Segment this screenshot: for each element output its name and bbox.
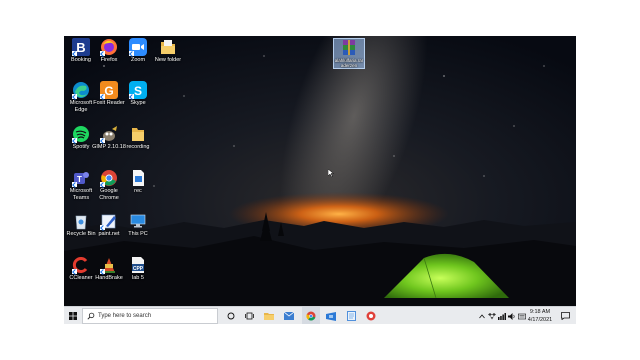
edge-icon: [72, 81, 90, 99]
record-icon: [366, 311, 376, 321]
windows-logo-icon: [69, 312, 77, 320]
desktop-icon-recording[interactable]: recording: [121, 125, 155, 151]
show-hidden-icons[interactable]: [478, 307, 486, 324]
spotify-icon: [72, 125, 90, 143]
tray-volume[interactable]: [507, 307, 516, 324]
desktop-screen: B Booking Firefox Zoom New folder Micros…: [64, 36, 576, 324]
svg-text:CPP: CPP: [133, 266, 144, 272]
folder-icon: [159, 38, 177, 56]
desktop-icon-this-pc[interactable]: This PC: [121, 212, 155, 238]
taskbar-app-blue[interactable]: [324, 307, 338, 324]
ccleaner-icon: [72, 256, 90, 274]
notepad-icon: [346, 311, 356, 321]
notification-icon: [560, 312, 570, 320]
handbrake-icon: [100, 256, 118, 274]
desktop-icon-selected-archive[interactable]: alahlulfaria.rar aderzen: [333, 38, 365, 69]
search-box[interactable]: Type here to search: [82, 308, 218, 324]
tray-keyboard[interactable]: [517, 307, 526, 324]
winrar-archive-icon: [340, 39, 358, 57]
taskbar-chrome[interactable]: [302, 307, 320, 324]
cpp-file-icon: CPP: [129, 256, 147, 274]
taskbar: Type here to search 9:18 AM 4/17/2021: [64, 306, 576, 324]
mouse-cursor: [328, 169, 334, 178]
mail-icon: [284, 312, 294, 320]
taskbar-recorder[interactable]: [362, 307, 380, 324]
cortana-button[interactable]: [224, 307, 238, 324]
booking-icon: B: [72, 38, 90, 56]
teams-icon: T: [72, 169, 90, 187]
chevron-up-icon: [479, 313, 485, 318]
network-icon: [497, 312, 506, 320]
tray-dropbox[interactable]: [487, 307, 496, 324]
keyboard-icon: [517, 313, 526, 319]
action-center-button[interactable]: [558, 307, 572, 324]
firefox-icon: [100, 38, 118, 56]
paintnet-icon: [100, 212, 118, 230]
cortana-circle-icon: [227, 312, 235, 320]
gimp-icon: [100, 125, 118, 143]
zoom-icon: [129, 38, 147, 56]
svg-text:B: B: [76, 40, 85, 55]
recycle-bin-icon: [72, 212, 90, 230]
desktop-icon-rec[interactable]: rec: [121, 169, 155, 195]
search-placeholder: Type here to search: [98, 313, 152, 319]
start-button[interactable]: [66, 307, 80, 324]
task-view-icon: [244, 312, 254, 320]
desktop-icon-new-folder[interactable]: New folder: [151, 38, 185, 64]
clock-date: 4/17/2021: [527, 317, 553, 323]
taskbar-file-explorer[interactable]: [262, 307, 276, 324]
skype-icon: S: [129, 81, 147, 99]
active-indicator: [305, 323, 317, 324]
foxit-reader-icon: G: [100, 81, 118, 99]
this-pc-icon: [129, 212, 147, 230]
folder-icon: [129, 125, 147, 143]
desktop-icon-zoom[interactable]: Zoom: [121, 38, 155, 64]
desktop-icon-lab5[interactable]: CPP lab 5: [121, 256, 155, 282]
desktop-icon-skype[interactable]: S Skype: [121, 81, 155, 107]
generic-app-icon: [326, 311, 336, 321]
svg-text:T: T: [77, 175, 82, 184]
system-clock[interactable]: 9:18 AM 4/17/2021: [526, 308, 554, 324]
dropbox-icon: [487, 312, 496, 319]
chrome-icon: [100, 169, 118, 187]
taskbar-notepad[interactable]: [344, 307, 358, 324]
tray-network[interactable]: [497, 307, 506, 324]
document-icon: [129, 169, 147, 187]
clock-time: 9:18 AM: [529, 309, 551, 315]
folder-icon: [264, 313, 274, 320]
speaker-icon: [507, 312, 515, 320]
svg-text:S: S: [134, 84, 142, 98]
active-indicator: [365, 323, 377, 324]
taskbar-mail[interactable]: [282, 307, 296, 324]
search-icon: [87, 312, 95, 320]
task-view-button[interactable]: [242, 307, 256, 324]
chrome-icon: [306, 311, 316, 321]
